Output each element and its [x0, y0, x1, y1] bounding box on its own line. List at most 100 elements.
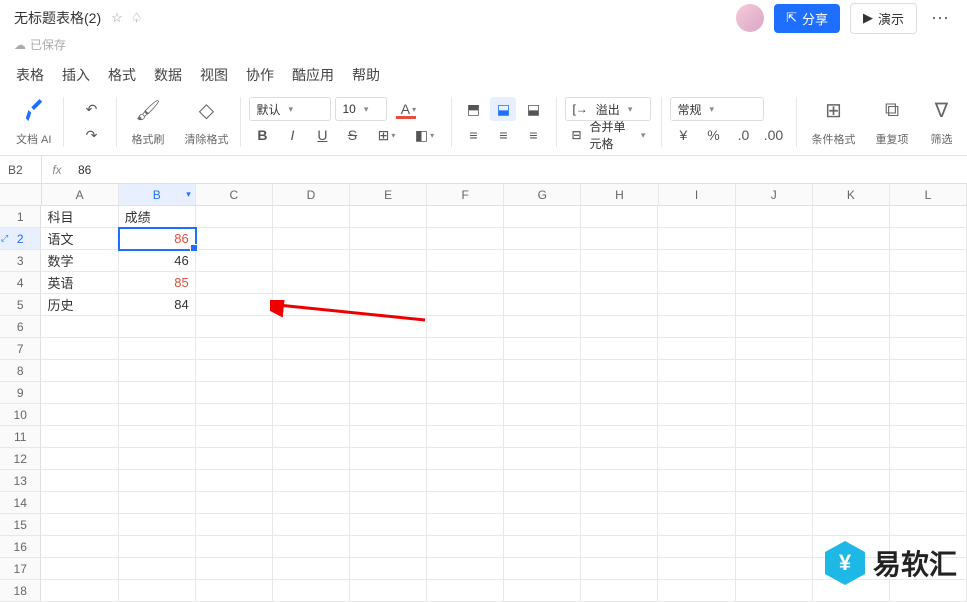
cell-A13[interactable] — [41, 470, 118, 492]
cell-H2[interactable] — [581, 228, 658, 250]
cell-B17[interactable] — [119, 558, 196, 580]
filter-icon[interactable]: ∇ — [928, 97, 954, 123]
cell-B12[interactable] — [119, 448, 196, 470]
undo-button[interactable]: ↶ — [78, 97, 104, 121]
cell-F4[interactable] — [427, 272, 504, 294]
cell-B4[interactable]: 85 — [119, 272, 196, 294]
cell-K1[interactable] — [813, 206, 890, 228]
col-header-G[interactable]: G — [504, 184, 581, 205]
cell-I13[interactable] — [658, 470, 735, 492]
cell-G8[interactable] — [504, 360, 581, 382]
cell-L3[interactable] — [890, 250, 967, 272]
cell-B16[interactable] — [119, 536, 196, 558]
cell-I2[interactable] — [658, 228, 735, 250]
cell-H9[interactable] — [581, 382, 658, 404]
cell-H15[interactable] — [581, 514, 658, 536]
cell-G1[interactable] — [504, 206, 581, 228]
cell-A11[interactable] — [41, 426, 118, 448]
cell-A9[interactable] — [41, 382, 118, 404]
cell-E14[interactable] — [350, 492, 427, 514]
cell-B9[interactable] — [119, 382, 196, 404]
row-header-10[interactable]: 10 — [0, 404, 41, 426]
cell-I17[interactable] — [658, 558, 735, 580]
cell-C11[interactable] — [196, 426, 273, 448]
cell-J13[interactable] — [736, 470, 813, 492]
cell-F8[interactable] — [427, 360, 504, 382]
cell-J14[interactable] — [736, 492, 813, 514]
cell-F18[interactable] — [427, 580, 504, 602]
cell-I12[interactable] — [658, 448, 735, 470]
cell-L4[interactable] — [890, 272, 967, 294]
cell-A12[interactable] — [41, 448, 118, 470]
cell-B10[interactable] — [119, 404, 196, 426]
cell-C1[interactable] — [196, 206, 273, 228]
cell-A2[interactable]: 语文 — [41, 228, 118, 250]
row-header-7[interactable]: 7 — [0, 338, 41, 360]
row-header-6[interactable]: 6 — [0, 316, 41, 338]
more-icon[interactable]: ⋯ — [927, 8, 953, 29]
menu-data[interactable]: 数据 — [154, 65, 182, 85]
docai-icon[interactable] — [21, 97, 47, 123]
fill-button[interactable]: ◧▾ — [407, 123, 441, 147]
cell-F14[interactable] — [427, 492, 504, 514]
cell-J2[interactable] — [736, 228, 813, 250]
cell-C7[interactable] — [196, 338, 273, 360]
percent-button[interactable]: % — [700, 123, 726, 147]
cell-F1[interactable] — [427, 206, 504, 228]
row-header-14[interactable]: 14 — [0, 492, 41, 514]
align-left-button[interactable]: ≡ — [460, 123, 486, 147]
cell-A10[interactable] — [41, 404, 118, 426]
cell-F12[interactable] — [427, 448, 504, 470]
cell-C17[interactable] — [196, 558, 273, 580]
cell-B18[interactable] — [119, 580, 196, 602]
cell-D17[interactable] — [273, 558, 350, 580]
row-header-8[interactable]: 8 — [0, 360, 41, 382]
cell-B7[interactable] — [119, 338, 196, 360]
cell-B11[interactable] — [119, 426, 196, 448]
cell-D2[interactable] — [273, 228, 350, 250]
dec-dec-button[interactable]: .00 — [760, 123, 786, 147]
cell-J9[interactable] — [736, 382, 813, 404]
cell-C15[interactable] — [196, 514, 273, 536]
cell-J5[interactable] — [736, 294, 813, 316]
cell-H6[interactable] — [581, 316, 658, 338]
cell-F5[interactable] — [427, 294, 504, 316]
bold-button[interactable]: B — [249, 123, 275, 147]
cell-H17[interactable] — [581, 558, 658, 580]
cell-H13[interactable] — [581, 470, 658, 492]
cell-L12[interactable] — [890, 448, 967, 470]
cell-L13[interactable] — [890, 470, 967, 492]
italic-button[interactable]: I — [279, 123, 305, 147]
cell-K12[interactable] — [813, 448, 890, 470]
cell-J6[interactable] — [736, 316, 813, 338]
cell-K8[interactable] — [813, 360, 890, 382]
cell-J1[interactable] — [736, 206, 813, 228]
cell-C16[interactable] — [196, 536, 273, 558]
cell-I18[interactable] — [658, 580, 735, 602]
cell-J3[interactable] — [736, 250, 813, 272]
row-header-13[interactable]: 13 — [0, 470, 41, 492]
cell-L14[interactable] — [890, 492, 967, 514]
cell-J4[interactable] — [736, 272, 813, 294]
cell-G14[interactable] — [504, 492, 581, 514]
cell-F15[interactable] — [427, 514, 504, 536]
cell-J15[interactable] — [736, 514, 813, 536]
cell-H18[interactable] — [581, 580, 658, 602]
cell-A14[interactable] — [41, 492, 118, 514]
fmtpaint-icon[interactable]: 🖌 — [135, 97, 161, 123]
cell-D16[interactable] — [273, 536, 350, 558]
cell-G7[interactable] — [504, 338, 581, 360]
cell-K7[interactable] — [813, 338, 890, 360]
col-header-F[interactable]: F — [427, 184, 504, 205]
cell-D10[interactable] — [273, 404, 350, 426]
cell-C18[interactable] — [196, 580, 273, 602]
cell-A17[interactable] — [41, 558, 118, 580]
col-header-A[interactable]: A — [42, 184, 119, 205]
cell-B5[interactable]: 84 — [119, 294, 196, 316]
underline-button[interactable]: U — [309, 123, 335, 147]
cell-C12[interactable] — [196, 448, 273, 470]
cell-D3[interactable] — [273, 250, 350, 272]
row-header-3[interactable]: 3 — [0, 250, 41, 272]
cell-B14[interactable] — [119, 492, 196, 514]
cell-G9[interactable] — [504, 382, 581, 404]
